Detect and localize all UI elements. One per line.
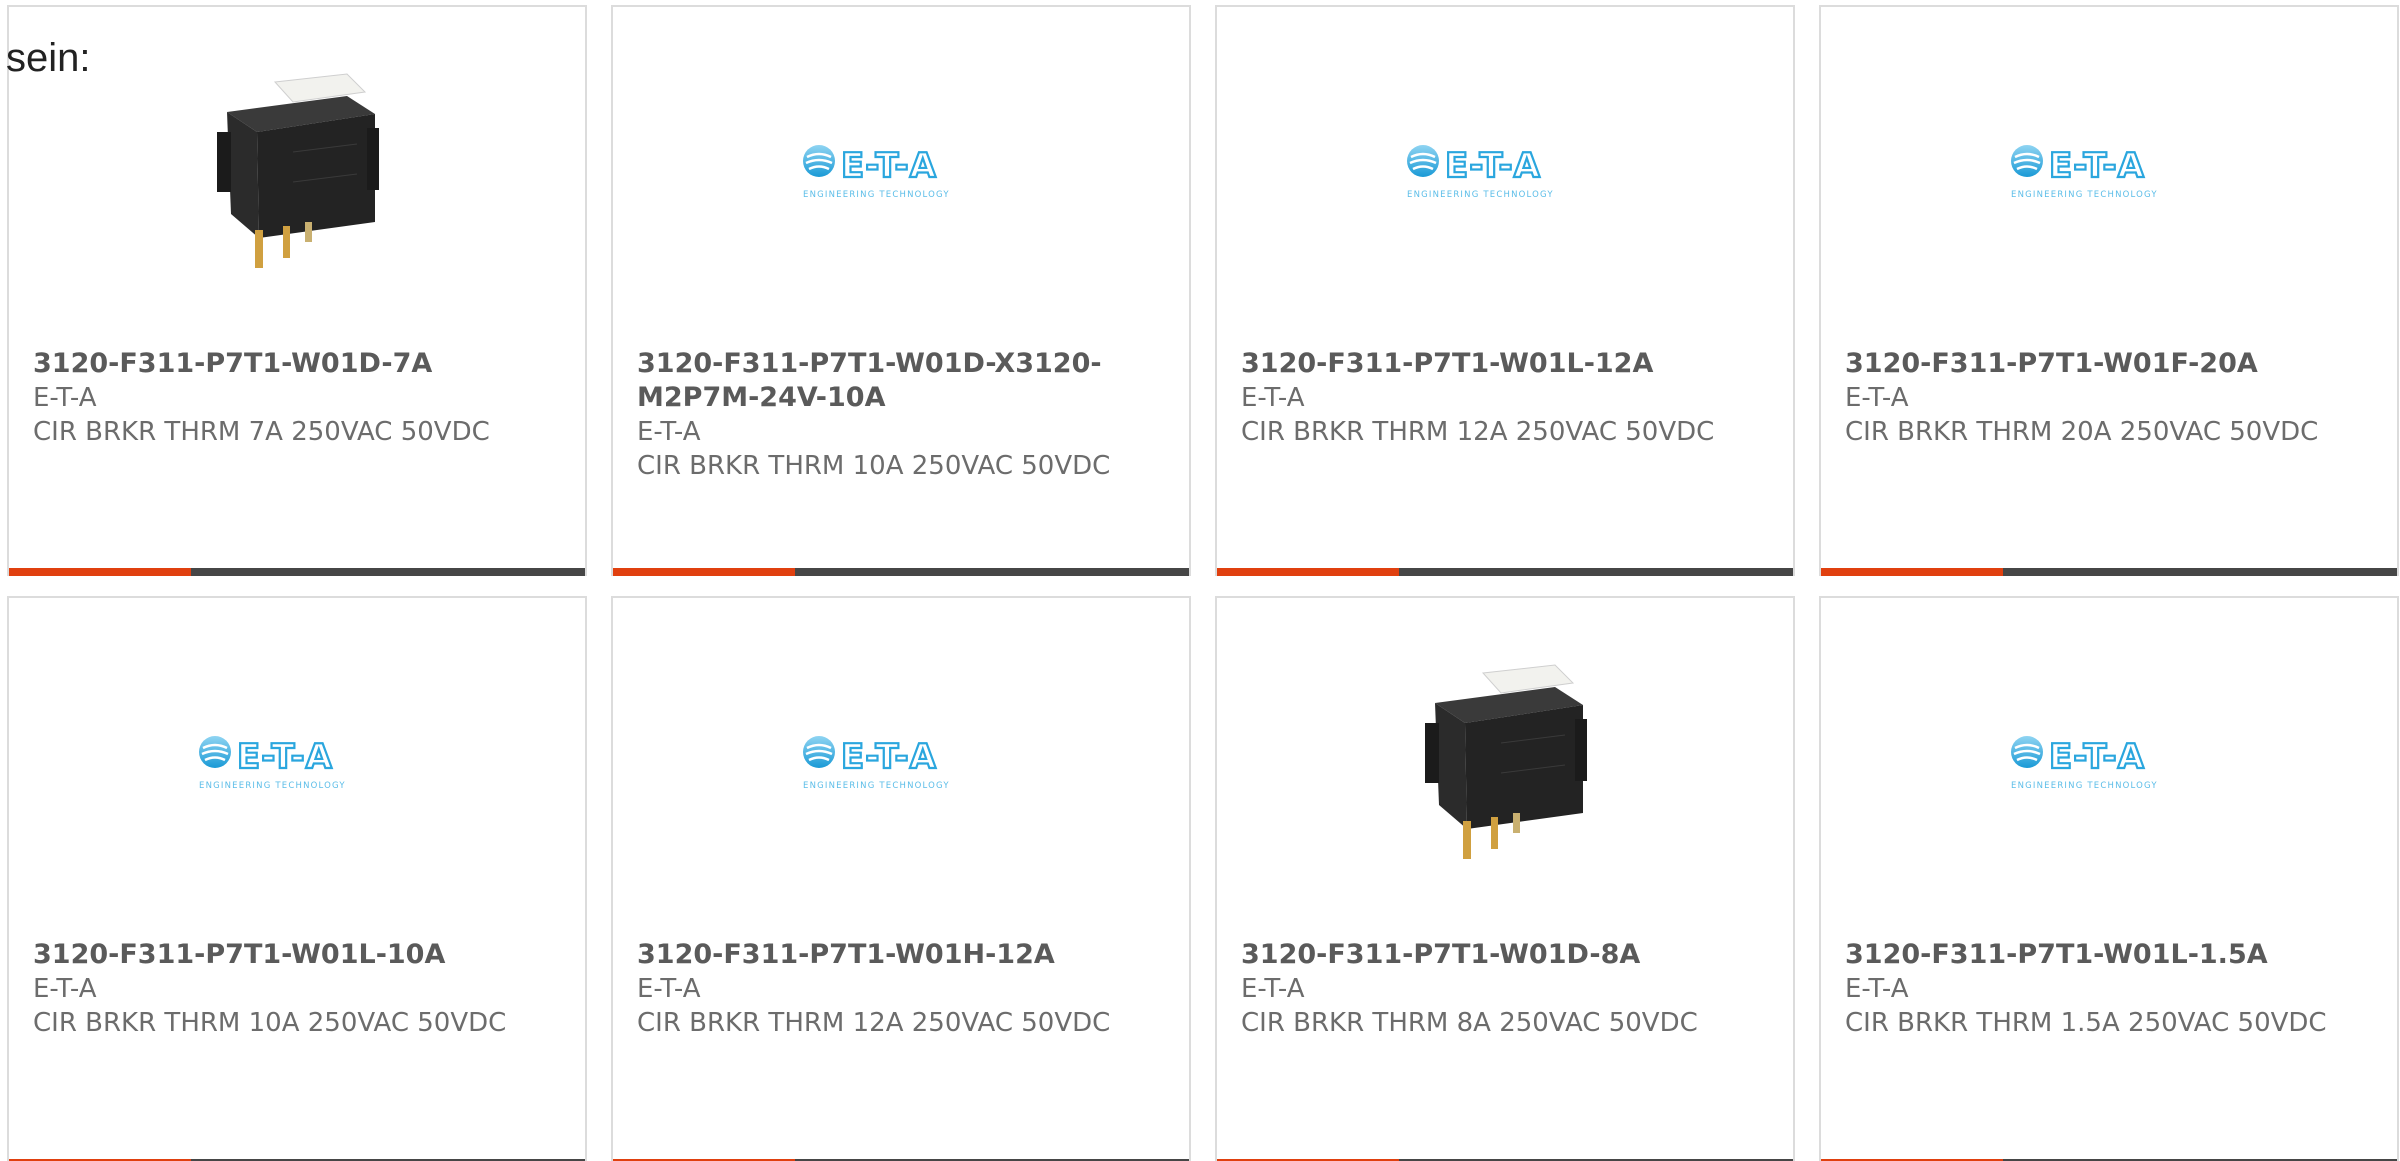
product-image[interactable] [9,7,585,337]
description: CIR BRKR THRM 20A 250VAC 50VDC [1845,417,2319,447]
card-accent-bar [1217,568,1793,576]
product-image[interactable]: E-T-A ENGINEERING TECHNOLOGY [1821,598,2397,928]
product-info: 3120-F311-P7T1-W01L-1.5A E-T-A CIR BRKR … [1845,938,2337,1040]
svg-text:E-T-A: E-T-A [841,146,937,186]
product-info: 3120-F311-P7T1-W01F-20A E-T-A CIR BRKR T… [1845,347,2337,449]
product-card[interactable]: E-T-A ENGINEERING TECHNOLOGY 3120-F311-P… [1215,5,1795,576]
description: CIR BRKR THRM 7A 250VAC 50VDC [33,417,490,447]
manufacturer: E-T-A [1241,974,1305,1004]
part-number-link[interactable]: 3120-F311-P7T1-W01L-12A [1241,347,1733,381]
svg-text:ENGINEERING TECHNOLOGY: ENGINEERING TECHNOLOGY [2011,781,2158,791]
product-image[interactable]: E-T-A ENGINEERING TECHNOLOGY [613,7,1189,337]
svg-text:ENGINEERING TECHNOLOGY: ENGINEERING TECHNOLOGY [803,190,950,200]
circuit-breaker-photo [197,62,397,282]
product-card[interactable]: E-T-A ENGINEERING TECHNOLOGY 3120-F311-P… [7,596,587,1161]
svg-text:E-T-A: E-T-A [1445,146,1541,186]
card-accent-bar [1821,568,2397,576]
product-image[interactable]: E-T-A ENGINEERING TECHNOLOGY [1217,7,1793,337]
product-info: 3120-F311-P7T1-W01D-7A E-T-A CIR BRKR TH… [33,347,525,449]
product-card[interactable]: 3120-F311-P7T1-W01D-7A E-T-A CIR BRKR TH… [7,5,587,576]
product-card[interactable]: 3120-F311-P7T1-W01D-8A E-T-A CIR BRKR TH… [1215,596,1795,1161]
part-number-link[interactable]: 3120-F311-P7T1-W01H-12A [637,938,1129,972]
product-image[interactable]: E-T-A ENGINEERING TECHNOLOGY [1821,7,2397,337]
description: CIR BRKR THRM 10A 250VAC 50VDC [637,451,1111,481]
manufacturer: E-T-A [1241,383,1305,413]
manufacturer: E-T-A [637,417,701,447]
description: CIR BRKR THRM 12A 250VAC 50VDC [1241,417,1715,447]
svg-text:E-T-A: E-T-A [2049,146,2145,186]
part-number-link[interactable]: 3120-F311-P7T1-W01L-1.5A [1845,938,2337,972]
eta-logo-icon: E-T-A ENGINEERING TECHNOLOGY [1405,137,1605,207]
description: CIR BRKR THRM 12A 250VAC 50VDC [637,1008,1111,1038]
product-card[interactable]: E-T-A ENGINEERING TECHNOLOGY 3120-F311-P… [1819,5,2399,576]
product-info: 3120-F311-P7T1-W01D-X3120-M2P7M-24V-10A … [637,347,1129,483]
eta-logo-icon: E-T-A ENGINEERING TECHNOLOGY [197,728,397,798]
circuit-breaker-photo [1405,653,1605,873]
product-info: 3120-F311-P7T1-W01L-10A E-T-A CIR BRKR T… [33,938,525,1040]
description: CIR BRKR THRM 10A 250VAC 50VDC [33,1008,507,1038]
eta-logo-icon: E-T-A ENGINEERING TECHNOLOGY [2009,137,2209,207]
description: CIR BRKR THRM 1.5A 250VAC 50VDC [1845,1008,2327,1038]
part-number-link[interactable]: 3120-F311-P7T1-W01L-10A [33,938,525,972]
svg-text:ENGINEERING TECHNOLOGY: ENGINEERING TECHNOLOGY [803,781,950,791]
product-info: 3120-F311-P7T1-W01D-8A E-T-A CIR BRKR TH… [1241,938,1733,1040]
manufacturer: E-T-A [637,974,701,1004]
product-image[interactable]: E-T-A ENGINEERING TECHNOLOGY [613,598,1189,928]
part-number-link[interactable]: 3120-F311-P7T1-W01F-20A [1845,347,2337,381]
product-grid: 3120-F311-P7T1-W01D-7A E-T-A CIR BRKR TH… [7,5,2400,1161]
svg-text:ENGINEERING TECHNOLOGY: ENGINEERING TECHNOLOGY [2011,190,2158,200]
part-number-link[interactable]: 3120-F311-P7T1-W01D-8A [1241,938,1733,972]
product-image[interactable] [1217,598,1793,928]
svg-text:E-T-A: E-T-A [841,737,937,777]
svg-text:E-T-A: E-T-A [237,737,333,777]
manufacturer: E-T-A [1845,974,1909,1004]
product-info: 3120-F311-P7T1-W01H-12A E-T-A CIR BRKR T… [637,938,1129,1040]
eta-logo-icon: E-T-A ENGINEERING TECHNOLOGY [801,728,1001,798]
eta-logo-icon: E-T-A ENGINEERING TECHNOLOGY [2009,728,2209,798]
product-card[interactable]: E-T-A ENGINEERING TECHNOLOGY 3120-F311-P… [1819,596,2399,1161]
product-info: 3120-F311-P7T1-W01L-12A E-T-A CIR BRKR T… [1241,347,1733,449]
product-card[interactable]: E-T-A ENGINEERING TECHNOLOGY 3120-F311-P… [611,5,1191,576]
card-accent-bar [613,568,1189,576]
manufacturer: E-T-A [33,974,97,1004]
part-number-link[interactable]: 3120-F311-P7T1-W01D-X3120-M2P7M-24V-10A [637,347,1129,415]
card-accent-bar [9,568,585,576]
svg-text:ENGINEERING TECHNOLOGY: ENGINEERING TECHNOLOGY [199,781,346,791]
product-image[interactable]: E-T-A ENGINEERING TECHNOLOGY [9,598,585,928]
intro-text: sein: [6,36,91,80]
eta-logo-icon: E-T-A ENGINEERING TECHNOLOGY [801,137,1001,207]
part-number-link[interactable]: 3120-F311-P7T1-W01D-7A [33,347,525,381]
product-card[interactable]: E-T-A ENGINEERING TECHNOLOGY 3120-F311-P… [611,596,1191,1161]
manufacturer: E-T-A [33,383,97,413]
manufacturer: E-T-A [1845,383,1909,413]
description: CIR BRKR THRM 8A 250VAC 50VDC [1241,1008,1698,1038]
svg-text:ENGINEERING TECHNOLOGY: ENGINEERING TECHNOLOGY [1407,190,1554,200]
svg-text:E-T-A: E-T-A [2049,737,2145,777]
